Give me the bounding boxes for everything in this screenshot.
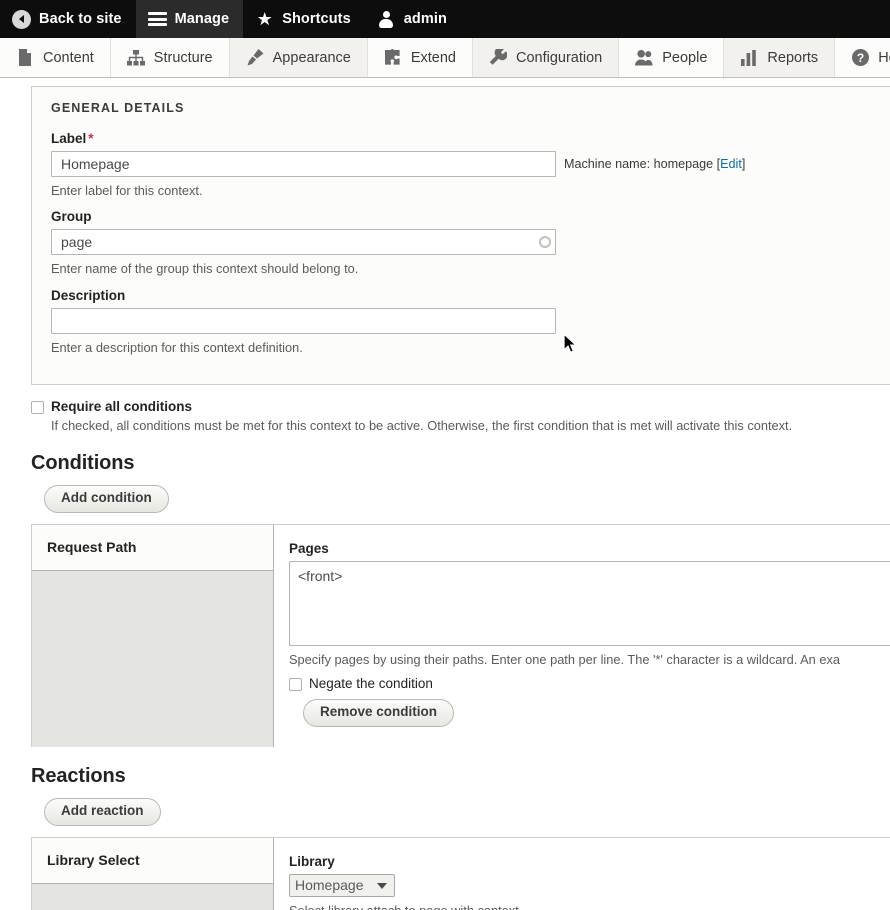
require-all-conditions-description: If checked, all conditions must be met f… [51,417,793,433]
reaction-tabs-filler [32,883,273,910]
negate-condition-label: Negate the condition [309,676,433,692]
library-select[interactable]: Homepage [289,873,395,897]
menu-item-help[interactable]: ? Help [835,38,890,77]
menu-item-label: Reports [767,49,819,66]
menu-item-label: Help [878,49,890,66]
reaction-plugin-body: Library Homepage Select library attach t… [274,837,890,910]
remove-condition-wrap: Remove condition [303,699,890,728]
conditions-heading: Conditions [31,452,135,475]
bar-chart-icon [740,49,758,67]
toolbar-shortcuts-label: Shortcuts [282,11,351,27]
puzzle-icon [384,49,402,67]
menu-item-structure[interactable]: Structure [111,38,230,77]
machine-name-edit-link[interactable]: Edit [720,157,742,171]
description-input[interactable] [51,307,556,334]
wrench-icon [489,49,507,67]
menu-item-label: Configuration [516,49,603,66]
description-form-item: Description Enter a description for this… [51,288,890,356]
menu-item-reports[interactable]: Reports [724,38,836,77]
add-condition-button[interactable]: Add condition [44,485,169,513]
back-arrow-icon [12,9,31,29]
library-select-wrap: Homepage [289,873,395,897]
pages-field-description: Specify pages by using their paths. Ente… [289,651,840,667]
machine-name-text: Machine name: homepage [Edit] [564,157,745,171]
general-details-fieldset: GENERAL DETAILS Label* Machine name: hom… [31,86,890,385]
menu-item-label: Structure [153,49,213,66]
label-input[interactable] [51,151,556,177]
menu-item-label: Content [43,49,94,66]
svg-text:?: ? [857,51,864,65]
toolbar-back-to-site[interactable]: Back to site [0,0,136,38]
pages-textarea[interactable] [289,560,890,646]
menu-item-people[interactable]: People [619,38,725,77]
library-field-description: Select library attach to page with conte… [289,902,890,910]
reaction-tab-library-select[interactable]: Library Select [32,837,273,884]
sitemap-icon [126,49,145,67]
group-field-label: Group [51,209,92,225]
negate-condition-item: Negate the condition [289,676,890,692]
remove-condition-button[interactable]: Remove condition [303,699,455,728]
file-icon [16,49,34,67]
menu-item-label: Extend [410,49,456,66]
question-mark-icon: ? [851,49,869,67]
add-reaction-button[interactable]: Add reaction [44,797,161,826]
require-all-conditions-checkbox[interactable] [31,400,44,414]
admin-toolbar: Back to site Manage ★ Shortcuts admin [0,0,890,38]
star-icon: ★ [256,9,273,29]
description-field-description: Enter a description for this context def… [51,339,303,355]
general-details-legend: GENERAL DETAILS [51,101,185,115]
toolbar-manage-label: Manage [174,11,230,27]
condition-plugin-body: Pages Specify pages by using their paths… [274,524,890,747]
condition-tab-request-path[interactable]: Request Path [32,524,273,571]
library-field-label: Library [289,853,335,869]
toolbar-user-label: admin [403,11,447,27]
condition-vertical-tabs: Request Path [32,524,274,747]
toolbar-shortcuts[interactable]: ★ Shortcuts [243,0,365,38]
hamburger-icon [147,10,167,29]
required-marker: * [88,131,94,146]
machine-name-prefix: Machine name: homepage [ [564,157,721,171]
label-field-label-text: Label [51,131,87,146]
condition-tabs-filler [32,570,273,747]
require-all-conditions-label: Require all conditions [51,398,193,414]
description-field-label: Description [51,287,126,303]
condition-plugin-panel: Request Path Pages Specify pages by usin… [31,523,890,747]
require-all-conditions-item: Require all conditions If checked, all c… [31,399,890,434]
label-field-label: Label * [51,131,890,146]
label-form-item: Label* Machine name: homepage [Edit] Ent… [51,131,890,199]
machine-name-suffix: ] [741,157,746,171]
page-content: GENERAL DETAILS Label* Machine name: hom… [0,86,890,910]
group-field-description: Enter name of the group this context sho… [51,261,359,277]
label-field-description: Enter label for this context. [51,183,203,198]
paintbrush-icon [246,49,264,67]
pages-field-label: Pages [289,540,329,556]
group-form-item: Group Enter name of the group this conte… [51,209,890,277]
page-root: Back to site Manage ★ Shortcuts admin Co… [0,0,890,910]
reaction-vertical-tabs: Library Select [32,837,274,910]
menu-item-content[interactable]: Content [0,38,111,77]
person-icon [377,10,396,29]
group-input[interactable] [51,229,556,256]
menu-item-extend[interactable]: Extend [368,38,473,77]
toolbar-back-to-site-label: Back to site [39,11,122,27]
toolbar-manage[interactable]: Manage [135,0,244,38]
people-icon [635,49,653,67]
toolbar-user-account[interactable]: admin [365,0,461,38]
add-reaction-wrap: Add reaction [44,797,890,826]
reaction-plugin-panel: Library Select Library Homepage Select l… [31,836,890,910]
negate-condition-checkbox[interactable] [289,678,302,692]
add-condition-wrap: Add condition [44,485,890,513]
menu-item-appearance[interactable]: Appearance [229,38,368,77]
menu-item-label: Appearance [272,49,351,66]
admin-menu: Content Structure Appearance Extend Conf [0,38,890,78]
menu-item-label: People [662,49,708,66]
menu-item-configuration[interactable]: Configuration [473,38,620,77]
reactions-heading: Reactions [31,764,126,787]
